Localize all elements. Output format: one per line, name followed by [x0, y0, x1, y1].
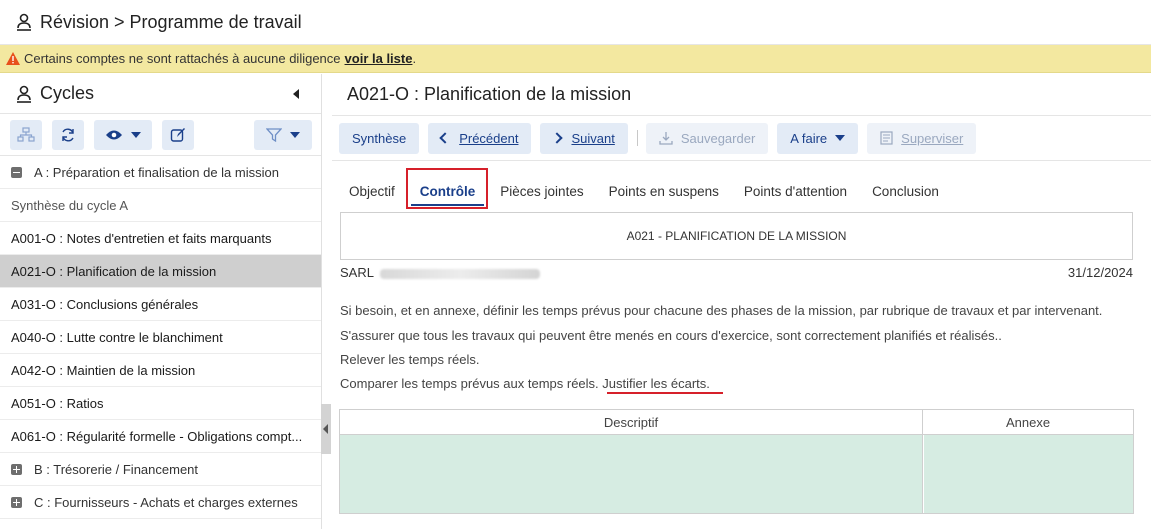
tab-points-attention[interactable]: Points d'attention — [744, 184, 847, 199]
tree-group-a[interactable]: A : Préparation et finalisation de la mi… — [0, 156, 321, 189]
highlight-underline — [607, 392, 723, 394]
column-header-annexe: Annexe — [923, 410, 1133, 435]
tree-item-selected[interactable]: A021-O : Planification de la mission — [0, 255, 321, 288]
sidebar-title: Cycles — [40, 83, 95, 103]
annex-table: Descriptif Annexe — [339, 409, 1134, 514]
next-button[interactable]: Suivant — [540, 122, 628, 154]
chevron-left-icon — [439, 132, 451, 144]
separator — [636, 130, 638, 146]
warning-banner: Certains comptes ne sont rattachés à auc… — [0, 45, 1151, 73]
descriptif-cell[interactable] — [340, 435, 923, 513]
column-header-descriptif: Descriptif — [340, 410, 923, 435]
tree-item-label: B : Trésorerie / Financement — [34, 461, 199, 477]
supervise-label: Superviser — [901, 130, 964, 146]
chevron-down-icon — [131, 131, 141, 138]
status-dropdown[interactable]: A faire — [777, 122, 859, 154]
chevron-right-icon — [551, 132, 564, 144]
tree-item-label: A042-O : Maintien de la mission — [11, 362, 196, 378]
annexe-cell[interactable] — [924, 435, 1133, 513]
sidebar-header: Cycles — [0, 74, 321, 114]
redacted-text — [379, 268, 540, 279]
tree-item[interactable]: A061-O : Régularité formelle - Obligatio… — [0, 420, 321, 453]
chevron-down-icon — [290, 132, 300, 138]
edit-button[interactable] — [162, 119, 194, 150]
tree-item-label: A061-O : Régularité formelle - Obligatio… — [11, 428, 303, 444]
filter-icon — [266, 128, 282, 142]
supervise-button[interactable]: Superviser — [867, 122, 977, 154]
collapse-group-icon[interactable] — [11, 166, 22, 178]
hierarchy-button[interactable] — [10, 119, 42, 150]
filter-dropdown[interactable] — [254, 120, 312, 150]
collapse-left-icon — [323, 424, 328, 434]
tree-item[interactable]: A040-O : Lutte contre le blanchiment — [0, 321, 321, 354]
tree-item-label: C : Fournisseurs - Achats et charges ext… — [34, 494, 298, 510]
hierarchy-icon — [17, 126, 35, 142]
tree-item-label: Synthèse du cycle A — [11, 197, 129, 213]
warning-text: Certains comptes ne sont rattachés à auc… — [24, 51, 341, 66]
tab-pieces-jointes[interactable]: Pièces jointes — [500, 184, 583, 199]
main-title: A021-O : Planification de la mission — [332, 74, 1151, 116]
synthese-button[interactable]: Synthèse — [339, 122, 420, 154]
cycles-sidebar: Cycles A : Préparation et finalisation d… — [0, 74, 322, 529]
previous-button[interactable]: Précédent — [428, 122, 532, 154]
tree-item[interactable]: A031-O : Conclusions générales — [0, 288, 321, 321]
top-bar: Révision > Programme de travail — [0, 0, 1151, 45]
instruction-text: S'assurer que tous les travaux qui peuve… — [340, 328, 1002, 343]
user-icon — [16, 13, 32, 31]
warning-icon — [6, 52, 20, 65]
document-date: 31/12/2024 — [1067, 265, 1133, 280]
previous-label: Précédent — [459, 130, 519, 146]
tree-item[interactable]: A051-O : Ratios — [0, 387, 321, 420]
eye-icon — [106, 130, 122, 139]
refresh-icon — [62, 128, 74, 141]
synthese-label: Synthèse — [352, 130, 407, 146]
download-icon — [659, 132, 673, 145]
company-label: SARL — [340, 265, 374, 280]
expand-group-icon[interactable] — [11, 463, 22, 475]
tree-item[interactable]: A001-O : Notes d'entretien et faits marq… — [0, 222, 321, 255]
tree-item-label: A040-O : Lutte contre le blanchiment — [11, 329, 223, 345]
refresh-button[interactable] — [52, 119, 84, 150]
tree-item-label: A051-O : Ratios — [11, 395, 104, 411]
tree-group-c[interactable]: C : Fournisseurs - Achats et charges ext… — [0, 486, 321, 519]
save-label: Sauvegarder — [680, 130, 756, 146]
tree-item-label: A001-O : Notes d'entretien et faits marq… — [11, 230, 272, 246]
page-title: Révision > Programme de travail — [40, 11, 302, 32]
expand-group-icon[interactable] — [11, 496, 22, 508]
panel-splitter[interactable] — [321, 404, 331, 454]
collapse-sidebar-icon[interactable] — [293, 89, 299, 99]
instruction-text: Relever les temps réels. — [340, 352, 480, 367]
tree-item-label: A031-O : Conclusions générales — [11, 296, 199, 312]
company-name: SARL — [340, 265, 540, 280]
tree-item-label: A : Préparation et finalisation de la mi… — [34, 164, 279, 180]
tab-objectif[interactable]: Objectif — [349, 184, 395, 199]
document-title: A021 - PLANIFICATION DE LA MISSION — [340, 212, 1133, 260]
tree-item-label: A021-O : Planification de la mission — [11, 263, 217, 279]
sidebar-toolbar — [0, 114, 321, 156]
action-bar: Synthèse Précédent Suivant Sauvegarder A… — [332, 116, 1151, 161]
view-dropdown[interactable] — [94, 119, 152, 150]
user-icon — [16, 85, 32, 103]
document-meta: SARL 31/12/2024 — [340, 265, 1133, 280]
main-panel: A021-O : Planification de la mission Syn… — [332, 74, 1151, 529]
instruction-text: Comparer les temps prévus aux temps réel… — [340, 376, 710, 391]
tab-points-en-suspens[interactable]: Points en suspens — [609, 184, 719, 199]
save-button[interactable]: Sauvegarder — [645, 122, 769, 154]
tab-conclusion[interactable]: Conclusion — [872, 184, 939, 199]
chevron-down-icon — [835, 135, 846, 141]
tree-group-b[interactable]: B : Trésorerie / Financement — [0, 453, 321, 486]
warning-link[interactable]: voir la liste — [345, 51, 413, 66]
tree-item[interactable]: A042-O : Maintien de la mission — [0, 354, 321, 387]
instruction-text: Si besoin, et en annexe, définir les tem… — [340, 303, 1103, 318]
highlight-box — [406, 168, 488, 209]
next-label: Suivant — [571, 130, 615, 146]
warning-suffix: . — [412, 51, 417, 66]
status-label: A faire — [790, 130, 828, 146]
document-icon — [880, 131, 893, 145]
cycles-tree: A : Préparation et finalisation de la mi… — [0, 156, 321, 519]
tree-item[interactable]: Synthèse du cycle A — [0, 189, 321, 222]
edit-icon — [170, 127, 185, 142]
